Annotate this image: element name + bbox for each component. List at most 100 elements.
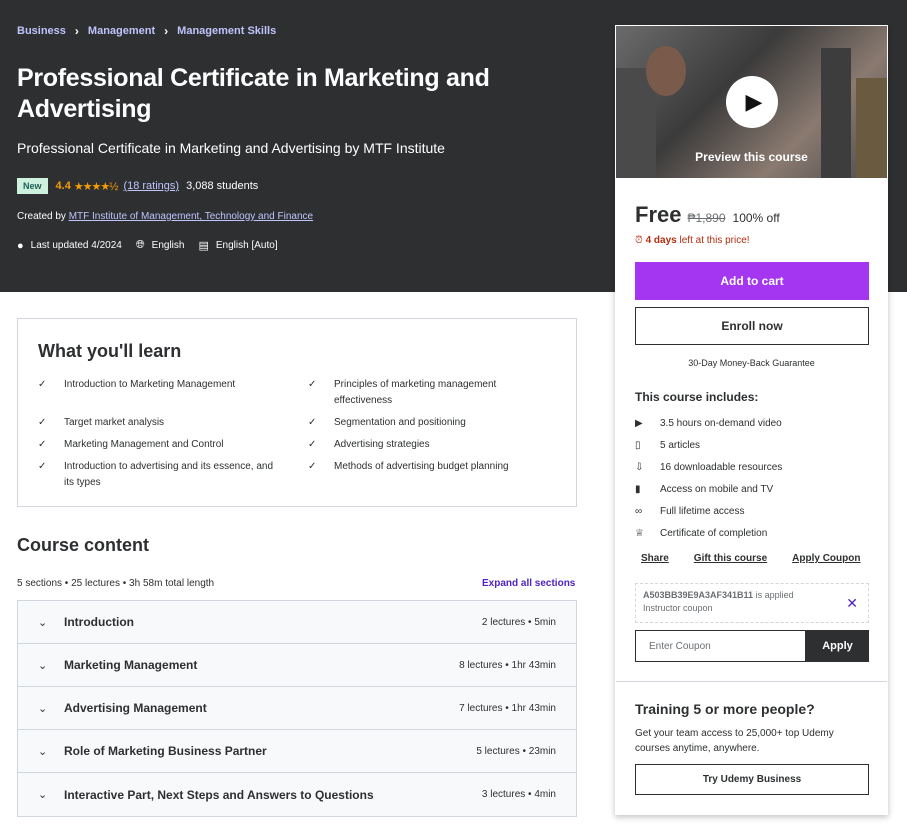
chevron-down-icon: ⌄ — [38, 745, 48, 758]
mobile-icon: ▮ — [635, 484, 641, 495]
section-row[interactable]: ⌄ Interactive Part, Next Steps and Answer… — [18, 773, 576, 816]
chevron-down-icon: ⌄ — [38, 702, 48, 715]
learn-item: ✓ Segmentation and positioning — [308, 415, 538, 431]
chevron-right-icon: › — [74, 24, 79, 38]
sections-list: ⌄ Introduction 2 lectures • 5min ⌄ Marketin… — [17, 600, 577, 817]
infinity-icon: ∞ — [635, 506, 643, 517]
course-subtitle: Professional Certificate in Marketing an… — [17, 140, 445, 156]
students-count: 3,088 students — [186, 180, 259, 192]
close-icon[interactable]: ✕ — [846, 595, 858, 612]
learn-item: ✓ Advertising strategies — [308, 437, 538, 453]
includes-title: This course includes: — [635, 390, 759, 404]
coupon-applied-text: is applied — [755, 590, 794, 600]
learn-item: ✓ Methods of advertising budget planning — [308, 459, 538, 475]
section-row[interactable]: ⌄ Role of Marketing Business Partner 5 lec… — [18, 730, 576, 773]
divider — [616, 681, 887, 682]
include-item: ⇩ 16 downloadable resources — [635, 462, 783, 473]
coupon-code: A503BB39E9A3AF341B11 — [643, 590, 754, 600]
learn-title: What you'll learn — [38, 341, 182, 361]
training-text: Get your team access to 25,000+ top Udem… — [635, 728, 834, 754]
rating-row: New 4.4 ★★★★½ (18 ratings) 3,088 student… — [17, 178, 258, 194]
preview-label: Preview this course — [695, 150, 808, 164]
learn-item: ✓ Introduction to advertising and its ess… — [38, 459, 278, 491]
rating-value: 4.4 — [55, 180, 71, 192]
chevron-down-icon: ⌄ — [38, 616, 48, 629]
include-item: ♕ Certificate of completion — [635, 528, 768, 539]
trophy-icon: ♕ — [635, 528, 644, 539]
download-icon: ⇩ — [635, 462, 644, 473]
course-content-title: Course content — [17, 535, 150, 555]
section-row[interactable]: ⌄ Introduction 2 lectures • 5min — [18, 601, 576, 644]
check-icon: ✓ — [38, 417, 47, 428]
course-meta-row: ● Last updated 4/2024 🌐︎ English ▤ Engli… — [17, 239, 292, 252]
include-item: ▮ Access on mobile and TV — [635, 484, 774, 495]
check-icon: ✓ — [308, 379, 317, 390]
preview-image-shape — [646, 46, 686, 96]
sidebar-links: Share Gift this course Apply Coupon — [641, 553, 885, 564]
check-icon: ✓ — [38, 461, 47, 472]
price-timer: ⏰︎ 4 days left at this price! — [635, 235, 750, 246]
expand-all-sections-button[interactable]: Expand all sections — [482, 578, 575, 589]
chevron-right-icon: › — [164, 24, 169, 38]
check-icon: ✓ — [308, 417, 317, 428]
timer-text: left at this price! — [679, 235, 750, 246]
check-icon: ✓ — [308, 439, 317, 450]
video-icon: ▶ — [635, 418, 643, 429]
current-price: Free — [635, 202, 682, 227]
learn-item: ✓ Introduction to Marketing Management — [38, 377, 278, 393]
author-link[interactable]: MTF Institute of Management, Technology … — [69, 211, 313, 222]
alarm-clock-icon: ⏰︎ — [635, 235, 643, 246]
new-badge: New — [17, 178, 48, 194]
star-rating-icon: ★★★★½ — [73, 180, 119, 193]
apply-coupon-link[interactable]: Apply Coupon — [792, 553, 860, 564]
alert-badge-icon: ● — [17, 239, 24, 252]
enroll-now-button[interactable]: Enroll now — [635, 307, 869, 345]
learn-item: ✓ Target market analysis — [38, 415, 278, 431]
created-by-label: Created by — [17, 211, 66, 222]
breadcrumb: Business › Management › Management Skill… — [17, 24, 276, 38]
money-back-guarantee: 30-Day Money-Back Guarantee — [688, 358, 815, 368]
timer-days: 4 days — [645, 235, 677, 246]
what-you-will-learn: What you'll learn ✓ Introduction to Marke… — [17, 318, 577, 507]
play-icon[interactable]: ▶ — [726, 76, 778, 128]
created-by: Created by MTF Institute of Management, … — [17, 211, 313, 222]
article-icon: ▯ — [635, 440, 641, 451]
captions: ▤ English [Auto] — [198, 239, 277, 252]
training-title: Training 5 or more people? — [635, 701, 815, 717]
breadcrumb-management[interactable]: Management — [88, 25, 155, 37]
learn-item: ✓ Principles of marketing management effe… — [308, 377, 538, 409]
add-to-cart-button[interactable]: Add to cart — [635, 262, 869, 300]
chevron-down-icon: ⌄ — [38, 659, 48, 672]
apply-coupon-button[interactable]: Apply — [806, 630, 869, 662]
learn-item: ✓ Marketing Management and Control — [38, 437, 278, 453]
applied-coupon: A503BB39E9A3AF341B11 is applied Instruct… — [635, 583, 869, 623]
breadcrumb-business[interactable]: Business — [17, 25, 66, 37]
course-content-meta: 5 sections • 25 lectures • 3h 58m total … — [17, 578, 215, 589]
coupon-input[interactable] — [635, 630, 806, 662]
globe-icon: 🌐︎ — [135, 239, 145, 251]
check-icon: ✓ — [38, 439, 47, 450]
last-updated: ● Last updated 4/2024 — [17, 240, 122, 252]
section-row[interactable]: ⌄ Marketing Management 8 lectures • 1hr 43… — [18, 644, 576, 687]
check-icon: ✓ — [308, 461, 317, 472]
include-item: ▯ 5 articles — [635, 440, 701, 451]
chevron-down-icon: ⌄ — [38, 789, 48, 801]
coupon-type: Instructor coupon — [643, 603, 713, 613]
discount-label: 100% off — [732, 211, 780, 225]
course-title: Professional Certificate in Marketing an… — [17, 64, 490, 123]
section-row[interactable]: ⌄ Advertising Management 7 lectures • 1hr … — [18, 687, 576, 730]
try-udemy-business-button[interactable]: Try Udemy Business — [635, 764, 869, 795]
check-icon: ✓ — [38, 379, 47, 390]
price-row: Free ₱1,890 100% off — [635, 202, 780, 228]
language: 🌐︎ English — [136, 239, 185, 252]
breadcrumb-management-skills[interactable]: Management Skills — [177, 25, 276, 37]
last-updated-text: Last updated 4/2024 — [30, 240, 122, 251]
gift-course-link[interactable]: Gift this course — [694, 553, 767, 564]
captions-text: English [Auto] — [215, 240, 278, 251]
purchase-sidebar: ▶ Preview this course Free ₱1,890 100% o… — [615, 25, 888, 815]
include-item: ▶ 3.5 hours on-demand video — [635, 418, 782, 429]
include-item: ∞ Full lifetime access — [635, 506, 745, 517]
course-preview-video[interactable]: ▶ Preview this course — [616, 26, 887, 178]
share-link[interactable]: Share — [641, 553, 669, 564]
ratings-count-link[interactable]: (18 ratings) — [123, 180, 179, 192]
